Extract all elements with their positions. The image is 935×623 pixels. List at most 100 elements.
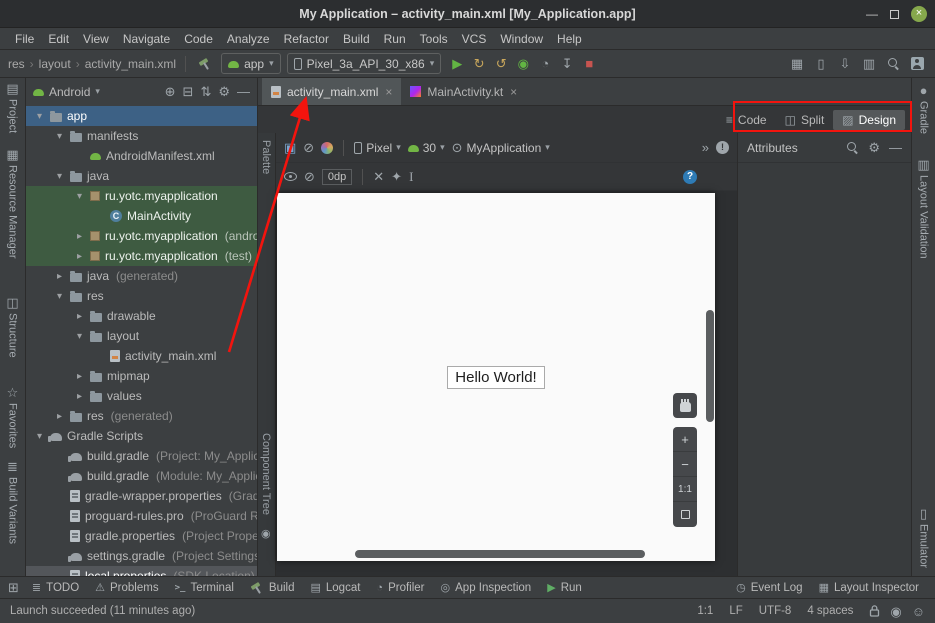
menu-navigate[interactable]: Navigate — [116, 30, 177, 48]
chevron-down-icon[interactable]: ▾ — [74, 331, 85, 342]
menu-view[interactable]: View — [76, 30, 116, 48]
color-mode-icon[interactable] — [321, 142, 333, 154]
project-view-mode[interactable]: Android — [49, 85, 90, 99]
chevron-down-icon[interactable]: ▾ — [54, 171, 65, 182]
chevron-down-icon[interactable]: ▾ — [34, 111, 45, 122]
close-icon[interactable]: × — [510, 85, 517, 99]
caret-position[interactable]: 1:1 — [697, 605, 713, 617]
palette-tab[interactable]: Palette — [260, 140, 272, 174]
pack-icon[interactable]: I — [409, 170, 413, 183]
build-hammer-icon[interactable] — [195, 54, 215, 74]
tab-activity-main-xml[interactable]: activity_main.xml× — [262, 78, 401, 105]
zoom-fit-button[interactable] — [673, 502, 697, 527]
tool-windows-icon[interactable]: ⊞ — [8, 581, 19, 594]
sidebar-item-gradle[interactable]: ●Gradle — [912, 84, 935, 134]
tree-item-ru-yotc-myapplication[interactable]: ▸ru.yotc.myapplication(test) — [26, 246, 257, 266]
stop-icon[interactable]: ■ — [579, 54, 599, 74]
sidebar-item-favorites[interactable]: ☆Favorites — [0, 386, 25, 448]
collapse-all-icon[interactable]: ⊟ — [183, 85, 194, 98]
device-for-preview-select[interactable]: Pixel ▾ — [354, 141, 401, 155]
search-icon[interactable] — [846, 141, 859, 154]
horizontal-scrollbar[interactable] — [355, 550, 645, 558]
tree-item-ru-yotc-myapplication[interactable]: ▾ru.yotc.myapplication — [26, 186, 257, 206]
orientation-icon[interactable]: ⊘ — [303, 141, 314, 154]
run-configuration-select[interactable]: app ▾ — [221, 53, 281, 74]
tree-item-proguard-rules-pro[interactable]: proguard-rules.pro(ProGuard Rules for My… — [26, 506, 257, 526]
chevron-down-icon[interactable]: ▾ — [74, 191, 85, 202]
tool-window-event-log[interactable]: ◷Event Log — [728, 580, 810, 595]
tree-item-gradle-scripts[interactable]: ▾Gradle Scripts — [26, 426, 257, 446]
chevron-right-icon[interactable]: ▸ — [54, 411, 65, 422]
tool-window-layout-inspector[interactable]: ▦Layout Inspector — [811, 580, 927, 595]
tool-window-logcat[interactable]: ▤Logcat — [302, 580, 368, 595]
indicator-icon[interactable]: ◉ — [890, 605, 901, 618]
tree-item-drawable[interactable]: ▸drawable — [26, 306, 257, 326]
tree-item-gradle-wrapper-properties[interactable]: gradle-wrapper.properties(Gradle Version… — [26, 486, 257, 506]
tree-item-app[interactable]: ▾app — [26, 106, 257, 126]
chevron-down-icon[interactable]: ▾ — [34, 431, 45, 442]
tree-item-res[interactable]: ▾res — [26, 286, 257, 306]
tree-item-ru-yotc-myapplication[interactable]: ▸ru.yotc.myapplication(androidTest) — [26, 226, 257, 246]
tree-item-local-properties[interactable]: local.properties(SDK Location) — [26, 566, 257, 576]
device-select[interactable]: Pixel_3a_API_30_x86 ▾ — [287, 53, 442, 74]
tree-item-mainactivity[interactable]: CMainActivity — [26, 206, 257, 226]
issue-indicator-icon[interactable]: ! — [716, 141, 729, 154]
maximize-icon[interactable] — [890, 10, 899, 19]
menu-tools[interactable]: Tools — [413, 30, 455, 48]
lock-icon[interactable] — [869, 605, 880, 617]
default-margin-button[interactable]: 0dp — [322, 169, 352, 185]
encoding-indicator[interactable]: UTF-8 — [759, 605, 792, 617]
mode-button-code[interactable]: ≡Code — [717, 110, 776, 130]
tool-window-build[interactable]: Build — [242, 580, 303, 595]
tool-window-profiler[interactable]: ◔Profiler — [368, 581, 432, 595]
gear-icon[interactable]: ⚙ — [218, 85, 230, 98]
tab-mainactivity-kt[interactable]: MainActivity.kt× — [401, 78, 526, 105]
tree-item-build-gradle[interactable]: build.gradle(Module: My_Application.app) — [26, 466, 257, 486]
menu-vcs[interactable]: VCS — [455, 30, 494, 48]
tree-item-values[interactable]: ▸values — [26, 386, 257, 406]
zoom-actual-button[interactable]: 1:1 — [673, 477, 697, 502]
chevron-right-icon[interactable]: ▸ — [74, 391, 85, 402]
tree-item-gradle-properties[interactable]: gradle.properties(Project Properties) — [26, 526, 257, 546]
tool-window-problems[interactable]: ⚠Problems — [87, 580, 166, 595]
tree-item-mipmap[interactable]: ▸mipmap — [26, 366, 257, 386]
menu-window[interactable]: Window — [493, 30, 550, 48]
breadcrumb-res[interactable]: res — [8, 57, 25, 71]
search-icon[interactable] — [883, 54, 903, 74]
tree-item-build-gradle[interactable]: build.gradle(Project: My_Application) — [26, 446, 257, 466]
tool-window-terminal[interactable]: >_Terminal — [167, 581, 242, 595]
chevron-right-icon[interactable]: ▸ — [74, 231, 85, 242]
hide-panel-icon[interactable]: — — [237, 85, 250, 98]
menu-run[interactable]: Run — [377, 30, 413, 48]
sidebar-item-resource-manager[interactable]: ▦Resource Manager — [0, 148, 25, 259]
tool-window-todo[interactable]: ≣TODO — [24, 580, 87, 595]
breadcrumb-activity-main-xml[interactable]: activity_main.xml — [85, 57, 176, 71]
tree-item-java[interactable]: ▸java(generated) — [26, 266, 257, 286]
chevron-down-icon[interactable]: ▾ — [54, 131, 65, 142]
chevron-right-icon[interactable]: ▸ — [74, 311, 85, 322]
line-ending-indicator[interactable]: LF — [729, 605, 742, 617]
menu-build[interactable]: Build — [336, 30, 377, 48]
minimize-icon[interactable]: — — [866, 7, 878, 21]
close-icon[interactable]: × — [911, 6, 927, 22]
sidebar-item-structure[interactable]: ◫Structure — [0, 296, 25, 358]
attach-debugger-icon[interactable]: ↧ — [557, 54, 577, 74]
locate-file-icon[interactable]: ⊕ — [165, 85, 176, 98]
tree-item-activity-main-xml[interactable]: activity_main.xml — [26, 346, 257, 366]
view-options-icon[interactable] — [284, 172, 297, 181]
clear-constraints-icon[interactable]: ✕ — [373, 170, 384, 183]
tree-item-settings-gradle[interactable]: settings.gradle(Project Settings) — [26, 546, 257, 566]
menu-refactor[interactable]: Refactor — [277, 30, 336, 48]
apply-code-changes-icon[interactable]: ↺ — [491, 54, 511, 74]
zoom-in-button[interactable]: + — [673, 427, 697, 452]
menu-help[interactable]: Help — [550, 30, 589, 48]
chevron-down-icon[interactable]: ▾ — [95, 86, 100, 97]
apply-changes-icon[interactable]: ↻ — [469, 54, 489, 74]
hello-world-textview[interactable]: Hello World! — [447, 366, 544, 389]
sidebar-item-emulator[interactable]: ▯Emulator — [912, 507, 935, 568]
infer-constraints-icon[interactable]: ✦ — [391, 170, 402, 183]
tree-item-androidmanifest-xml[interactable]: AndroidManifest.xml — [26, 146, 257, 166]
help-icon[interactable]: ? — [683, 170, 697, 184]
chevron-down-icon[interactable]: ▾ — [54, 291, 65, 302]
tree-item-java[interactable]: ▾java — [26, 166, 257, 186]
